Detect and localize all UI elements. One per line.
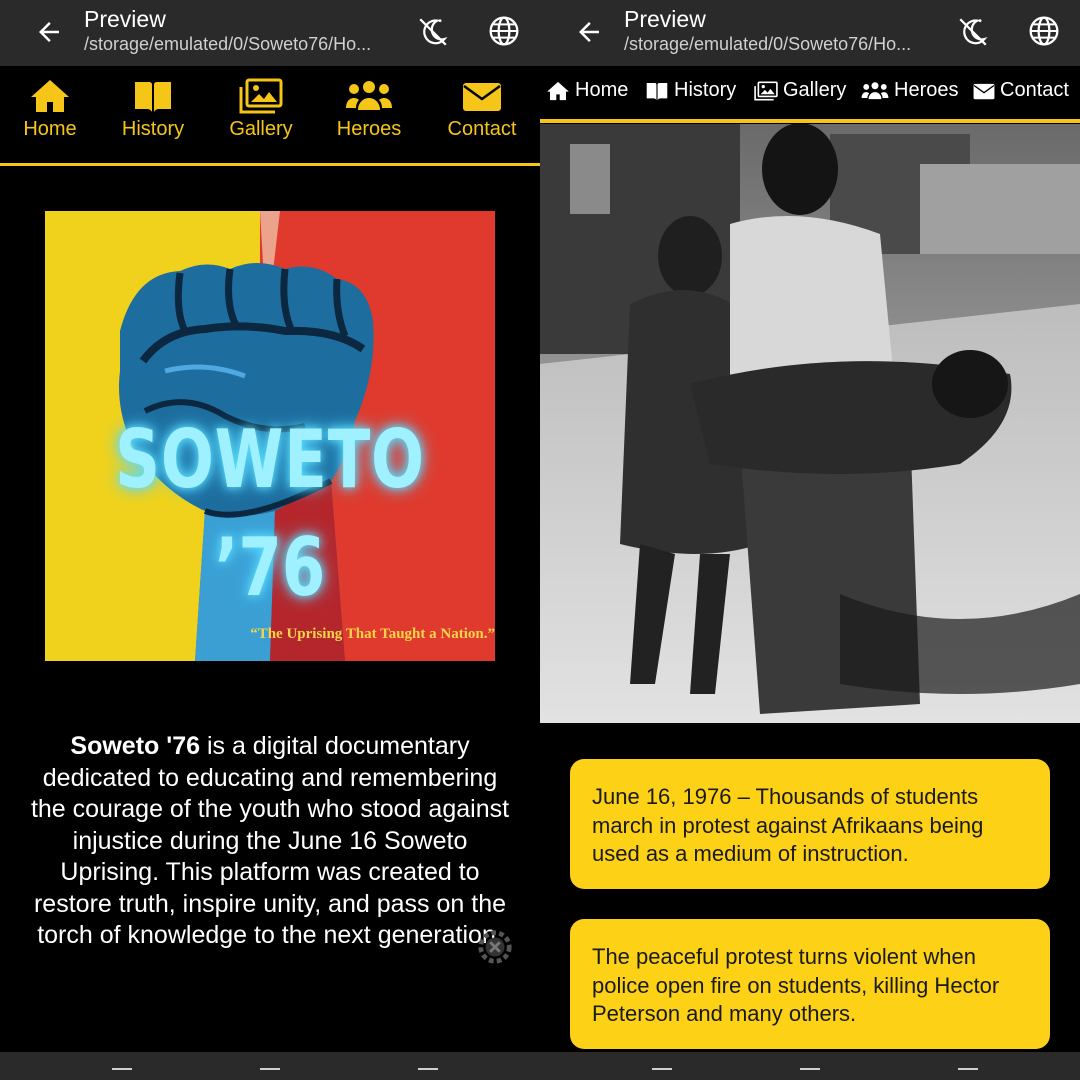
recents-nav-icon[interactable] [652, 1068, 672, 1076]
poster-tagline: “The Uprising That Taught a Nation.” [250, 626, 495, 642]
nav-bar: Home History Gallery Heroes Contact [540, 66, 1080, 123]
dark-mode-off-icon[interactable] [956, 15, 990, 49]
right-preview-pane: Preview /storage/emulated/0/Soweto76/Ho.… [540, 0, 1080, 1080]
file-path: /storage/emulated/0/Soweto76/Ho... [624, 34, 912, 54]
app-bar-title: Preview [84, 6, 166, 32]
nav-home-label: Home [23, 118, 77, 140]
nav-history[interactable]: History [116, 78, 190, 141]
globe-icon[interactable] [488, 15, 520, 47]
nav-heroes[interactable]: Heroes [334, 78, 404, 141]
dark-mode-off-icon[interactable] [416, 15, 450, 49]
intro-text: is a digital documentary dedicated to ed… [30, 732, 510, 949]
nav-gallery-label: Gallery [229, 118, 293, 140]
home-icon [31, 80, 69, 112]
envelope-icon [463, 83, 501, 111]
back-nav-icon[interactable] [958, 1068, 978, 1076]
soweto-76-poster: SOWETO ’76 “The Uprising That Taught a N… [45, 211, 495, 661]
system-nav-bar [0, 1052, 540, 1080]
nav-bar: Home History Gallery Heroes Contact [0, 66, 540, 166]
images-icon [239, 78, 283, 114]
book-icon [646, 82, 668, 100]
nav-home[interactable]: Home [546, 79, 628, 102]
nav-contact-label: Contact [447, 118, 517, 140]
intro-site-name: Soweto '76 [70, 732, 200, 760]
app-bar: Preview /storage/emulated/0/Soweto76/Ho.… [0, 0, 540, 66]
envelope-icon [973, 83, 995, 99]
nav-home[interactable]: Home [18, 78, 82, 141]
app-bar-title: Preview [624, 6, 706, 32]
nav-heroes-label: Heroes [894, 79, 959, 101]
users-icon [346, 81, 392, 110]
recents-nav-icon[interactable] [112, 1068, 132, 1076]
historical-photo [540, 124, 1080, 723]
left-preview-pane: Preview /storage/emulated/0/Soweto76/Ho.… [0, 0, 540, 1080]
file-path: /storage/emulated/0/Soweto76/Ho... [84, 34, 372, 54]
nav-contact[interactable]: Contact [442, 78, 522, 141]
timeline-card: June 16, 1976 – Thousands of students ma… [570, 759, 1050, 889]
images-icon [754, 80, 778, 101]
home-nav-icon[interactable] [260, 1068, 280, 1076]
timeline-card: The peaceful protest turns violent when … [570, 919, 1050, 1049]
nav-contact-label: Contact [1000, 79, 1069, 101]
nav-heroes-label: Heroes [336, 118, 402, 140]
back-arrow-icon[interactable] [574, 17, 604, 47]
app-bar: Preview /storage/emulated/0/Soweto76/Ho.… [540, 0, 1080, 66]
back-nav-icon[interactable] [418, 1068, 438, 1076]
nav-gallery-label: Gallery [783, 79, 847, 101]
system-nav-bar [540, 1052, 1080, 1080]
gear-tools-icon[interactable] [476, 928, 514, 966]
users-icon [861, 81, 889, 99]
intro-paragraph: Soweto '76 is a digital documentary dedi… [28, 731, 512, 952]
poster-title-line2: ’76 [214, 521, 326, 614]
nav-gallery[interactable]: Gallery [754, 79, 846, 102]
book-icon [135, 82, 171, 112]
nav-contact[interactable]: Contact [973, 79, 1069, 102]
nav-home-label: Home [575, 79, 629, 101]
home-nav-icon[interactable] [800, 1068, 820, 1076]
nav-heroes[interactable]: Heroes [861, 79, 958, 102]
nav-history[interactable]: History [645, 79, 736, 102]
nav-history-label: History [674, 79, 737, 101]
nav-gallery[interactable]: Gallery [226, 78, 296, 141]
poster-title-line1: SOWETO [115, 413, 425, 506]
back-arrow-icon[interactable] [34, 17, 64, 47]
nav-history-label: History [121, 118, 185, 140]
home-icon [547, 81, 569, 100]
globe-icon[interactable] [1028, 15, 1060, 47]
